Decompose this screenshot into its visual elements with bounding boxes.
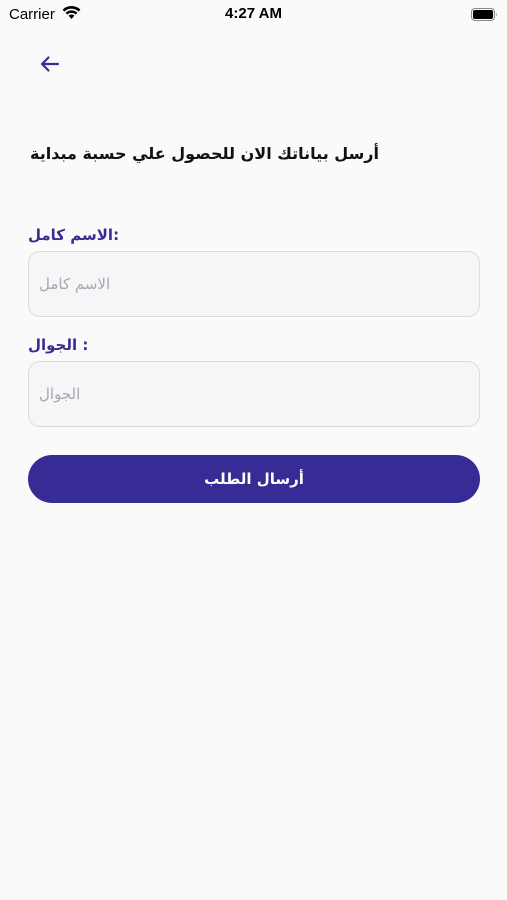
- full-name-label: :الاسم كامل: [28, 226, 120, 244]
- phone-label: : الجوال: [28, 336, 89, 354]
- page-heading: أرسل بياناتك الان للحصول علي حسبة مبداية: [30, 144, 379, 163]
- status-time: 4:27 AM: [225, 5, 282, 22]
- status-bar: Carrier 4:27 AM: [0, 0, 507, 28]
- phone-input[interactable]: [28, 361, 480, 427]
- submit-request-button[interactable]: أرسال الطلب: [28, 455, 480, 503]
- battery-icon: [471, 6, 498, 21]
- full-name-input[interactable]: [28, 251, 480, 317]
- back-button[interactable]: [34, 50, 66, 82]
- arrow-left-icon: [38, 52, 62, 80]
